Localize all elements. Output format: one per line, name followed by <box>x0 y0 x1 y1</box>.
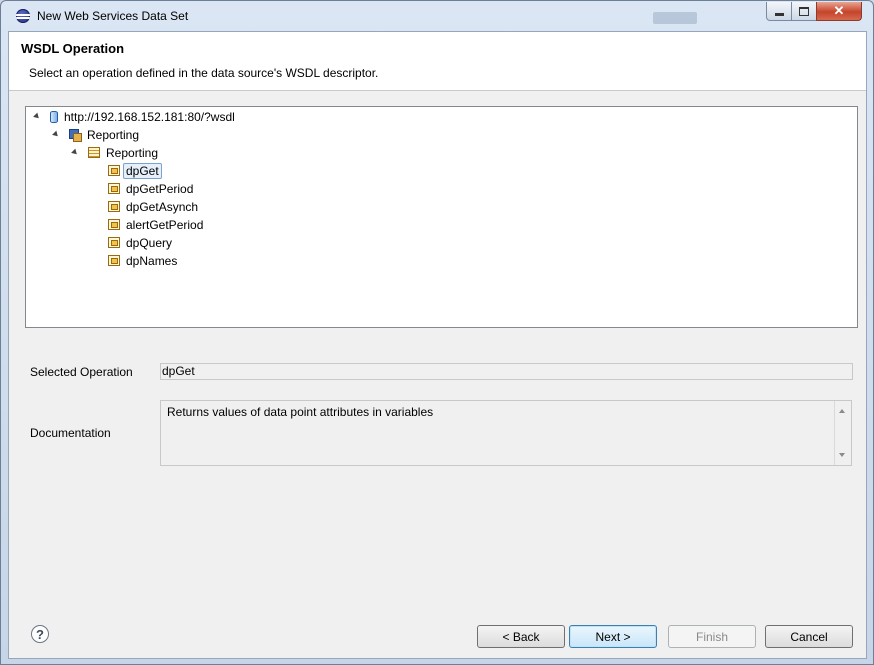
minimize-icon <box>774 12 784 16</box>
finish-button[interactable]: Finish <box>668 625 756 648</box>
database-icon <box>50 110 58 123</box>
page-description: Select an operation defined in the data … <box>29 66 379 80</box>
tree-node-service[interactable]: Reporting <box>52 126 140 143</box>
expand-arrow-icon[interactable] <box>33 112 41 121</box>
operation-icon <box>108 165 120 176</box>
tree-node-operation-dpnames[interactable]: dpNames <box>108 252 177 269</box>
window-title: New Web Services Data Set <box>37 9 189 23</box>
next-button[interactable]: Next > <box>569 625 657 648</box>
tree-node-operation-alertgetperiod[interactable]: alertGetPeriod <box>108 216 203 233</box>
web-service-icon <box>69 128 82 142</box>
documentation-textarea[interactable]: Returns values of data point attributes … <box>160 400 852 466</box>
back-button[interactable]: < Back <box>477 625 565 648</box>
scroll-down-icon[interactable] <box>839 453 845 457</box>
eclipse-app-icon <box>16 9 30 23</box>
help-icon: ? <box>36 626 44 642</box>
documentation-text: Returns values of data point attributes … <box>167 405 434 419</box>
operation-icon <box>108 255 120 266</box>
close-icon: ✕ <box>833 3 845 18</box>
selected-operation-label: Selected Operation <box>30 365 133 379</box>
maximize-icon <box>799 6 809 16</box>
expand-arrow-icon[interactable] <box>52 130 60 139</box>
background-window-ghost <box>653 12 697 24</box>
tree-node-operation-dpquery[interactable]: dpQuery <box>108 234 172 251</box>
tree-node-operation-dpget[interactable]: dpGet <box>108 162 162 179</box>
tree-node-label: dpGet <box>123 162 162 179</box>
tree-node-label: alertGetPeriod <box>126 217 204 232</box>
tree-node-label: Reporting <box>106 145 159 160</box>
minimize-button[interactable] <box>766 2 792 21</box>
cancel-button[interactable]: Cancel <box>765 625 853 648</box>
port-icon <box>88 147 100 158</box>
operation-icon <box>108 201 120 212</box>
page-title: WSDL Operation <box>21 41 125 56</box>
help-button[interactable]: ? <box>31 625 49 643</box>
tree-node-label: dpGetPeriod <box>126 181 194 196</box>
scroll-up-icon[interactable] <box>839 409 845 413</box>
documentation-label: Documentation <box>30 426 111 440</box>
operation-icon <box>108 219 120 230</box>
dialog-window: New Web Services Data Set ✕ WSDL Operati… <box>0 0 874 665</box>
expand-arrow-icon[interactable] <box>71 148 79 157</box>
tree-node-label: Reporting <box>87 127 140 142</box>
tree-node-label: dpGetAsynch <box>126 199 199 214</box>
selected-operation-field: dpGet <box>160 363 853 380</box>
tree-node-label: dpNames <box>126 253 178 268</box>
tree-node-wsdl-root[interactable]: http://192.168.152.181:80/?wsdl <box>33 108 235 125</box>
operation-icon <box>108 237 120 248</box>
close-button[interactable]: ✕ <box>816 2 862 21</box>
title-bar[interactable]: New Web Services Data Set ✕ <box>1 1 873 31</box>
tree-node-port[interactable]: Reporting <box>71 144 159 161</box>
wsdl-tree[interactable]: http://192.168.152.181:80/?wsdl Reportin… <box>25 106 858 328</box>
maximize-button[interactable] <box>791 2 817 21</box>
dialog-client-area: WSDL Operation Select an operation defin… <box>8 31 867 659</box>
documentation-scrollbar[interactable] <box>834 401 851 465</box>
tree-node-label: dpQuery <box>126 235 173 250</box>
tree-node-operation-dpgetasynch[interactable]: dpGetAsynch <box>108 198 198 215</box>
tree-node-operation-dpgetperiod[interactable]: dpGetPeriod <box>108 180 193 197</box>
wizard-header: WSDL Operation Select an operation defin… <box>9 32 866 91</box>
operation-icon <box>108 183 120 194</box>
tree-node-label: http://192.168.152.181:80/?wsdl <box>64 109 235 124</box>
